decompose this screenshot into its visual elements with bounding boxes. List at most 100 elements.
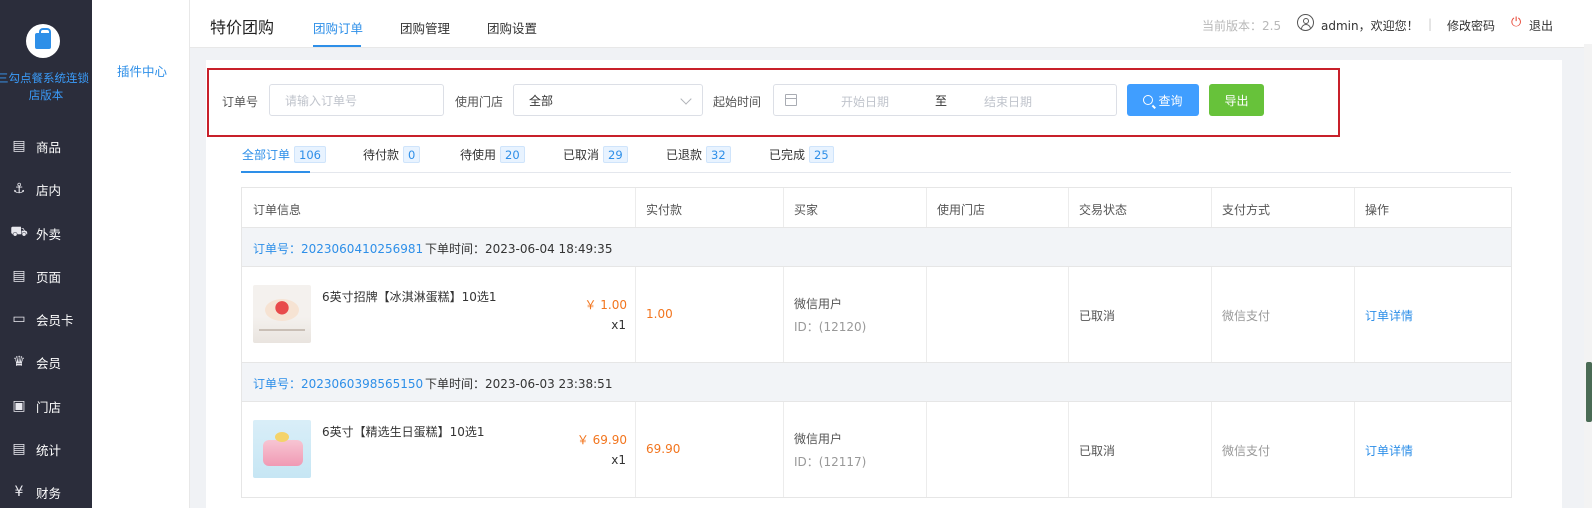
logout-link[interactable]: 退出 [1529, 17, 1553, 34]
chevron-down-icon [680, 93, 692, 105]
sidebar-item-finance[interactable]: ¥ 财务 [10, 480, 61, 504]
logo[interactable] [26, 24, 60, 58]
order-time: 下单时间：2023-06-03 23:38:51 [425, 377, 613, 391]
end-date-placeholder: 结束日期 [984, 95, 1033, 109]
brand-line-1: 三勾点餐系统连锁 [0, 71, 89, 85]
sidebar-item-label: 页面 [36, 269, 62, 285]
order-number[interactable]: 订单号：2023060410256981 [253, 240, 423, 257]
export-button[interactable]: 导出 [1209, 84, 1264, 116]
count-badge: 106 [294, 146, 326, 163]
card-icon: ▭ [12, 311, 26, 327]
status-tab-label: 已退款 [666, 148, 703, 162]
change-password-link[interactable]: 修改密码 [1447, 17, 1495, 34]
sidebar-item-label: 会员 [36, 355, 62, 371]
sidebar-item-label: 统计 [36, 442, 62, 458]
page-title: 特价团购 [210, 18, 275, 37]
header-separator: | [1428, 17, 1433, 31]
buyer-id: ID：(12120) [794, 320, 867, 334]
shopping-bag-icon [35, 28, 51, 49]
status-tab-cancelled[interactable]: 已取消 29 [563, 146, 628, 163]
tab-group-settings[interactable]: 团购设置 [487, 18, 537, 37]
sidebar-item-members[interactable]: ♛ 会员 [10, 350, 61, 374]
status-tab-to-use[interactable]: 待使用 20 [460, 146, 525, 163]
sidebar-item-takeout[interactable]: ⛟ 外卖 [10, 221, 61, 245]
store-select-value: 全部 [529, 93, 554, 108]
scooter-icon: ⛟ [10, 224, 28, 240]
order-header-row: 订单号：2023060398565150 下单时间：2023-06-03 23:… [242, 363, 1511, 402]
paid-amount: 1.00 [646, 307, 673, 321]
count-badge: 25 [809, 146, 834, 163]
export-button-label: 导出 [1224, 93, 1249, 108]
status-tab-completed[interactable]: 已完成 25 [769, 146, 834, 163]
buyer-id: ID：(12117) [794, 455, 867, 469]
search-button[interactable]: 查询 [1127, 84, 1199, 116]
column-header: 实付款 [646, 203, 683, 217]
column-header: 订单信息 [253, 203, 302, 217]
top-header: 特价团购 团购订单 团购管理 团购设置 当前版本：2.5 admin，欢迎您！ … [190, 0, 1592, 48]
main-sidebar: 三勾点餐系统连锁 店版本 ▤ 商品 ⚓ 店内 ⛟ 外卖 ▤ 页面 ▭ 会员卡 ♛ 会员 ▣ 门… [0, 0, 92, 508]
crown-icon: ♛ [12, 354, 26, 370]
status-tab-pending-payment[interactable]: 待付款 0 [363, 146, 421, 163]
status-tab-refunded[interactable]: 已退款 32 [666, 146, 731, 163]
date-range-picker[interactable]: 开始日期 至 结束日期 [773, 84, 1117, 116]
sidebar-item-pages[interactable]: ▤ 页面 [10, 264, 61, 288]
yen-icon: ¥ [14, 484, 24, 500]
tab-group-orders[interactable]: 团购订单 [313, 18, 363, 37]
order-number[interactable]: 订单号：2023060398565150 [253, 375, 423, 392]
sidebar-item-label: 财务 [36, 485, 62, 501]
version-label: 当前版本：2.5 [1202, 19, 1282, 33]
quantity: x1 [611, 318, 626, 332]
store-select[interactable]: 全部 [513, 84, 703, 116]
order-no-placeholder: 请输入订单号 [285, 93, 358, 108]
sidebar-item-label: 外卖 [36, 226, 62, 242]
sidebar-item-label: 商品 [36, 139, 62, 155]
utensils-icon: ⚓ [12, 181, 26, 197]
sidebar-item-label: 店内 [36, 182, 62, 198]
unit-price: ￥ 1.00 [584, 298, 627, 312]
status-tab-label: 已取消 [563, 148, 600, 162]
active-status-indicator [241, 171, 310, 173]
orders-table: 订单信息 实付款 买家 使用门店 交易状态 支付方式 操作 订单号：202306… [241, 187, 1512, 498]
sidebar-item-member-card[interactable]: ▭ 会员卡 [10, 307, 74, 331]
sidebar-item-label: 会员卡 [36, 312, 74, 328]
pay-method: 微信支付 [1222, 444, 1271, 458]
order-time: 下单时间：2023-06-04 18:49:35 [425, 242, 613, 256]
brand-name: 三勾点餐系统连锁 店版本 [0, 70, 92, 104]
page-icon: ▤ [12, 268, 26, 284]
tab-group-management[interactable]: 团购管理 [400, 18, 450, 37]
sidebar-item-stores[interactable]: ▣ 门店 [10, 394, 61, 418]
search-icon [1143, 95, 1154, 105]
user-icon [1297, 14, 1314, 31]
sidebar-item-statistics[interactable]: ▤ 统计 [10, 437, 61, 461]
sidebar-item-label: 门店 [36, 399, 62, 415]
column-header: 操作 [1365, 203, 1390, 217]
date-range-separator: 至 [935, 94, 948, 108]
box-icon: ▤ [12, 138, 26, 154]
sub-sidebar: 插件中心 [92, 0, 190, 508]
time-label: 起始时间 [713, 95, 762, 109]
status-tab-label: 待使用 [460, 148, 497, 162]
order-detail-link[interactable]: 订单详情 [1365, 307, 1413, 324]
order-detail-link[interactable]: 订单详情 [1365, 442, 1413, 459]
status-tab-all[interactable]: 全部订单 106 [242, 146, 326, 163]
sub-sidebar-item-plugins[interactable]: 插件中心 [117, 61, 167, 80]
order-no-input[interactable]: 请输入订单号 [269, 84, 444, 116]
scrollbar-track[interactable] [1584, 44, 1592, 508]
column-header: 交易状态 [1079, 203, 1128, 217]
count-badge: 20 [500, 146, 525, 163]
column-header: 使用门店 [937, 203, 986, 217]
order-no-label: 订单号 [222, 95, 259, 109]
sidebar-item-goods[interactable]: ▤ 商品 [10, 134, 61, 158]
active-tab-indicator [313, 45, 361, 47]
count-badge: 29 [603, 146, 628, 163]
buyer-name: 微信用户 [794, 297, 843, 311]
status-text: 已取消 [1079, 309, 1116, 323]
count-badge: 32 [706, 146, 731, 163]
welcome-user[interactable]: admin，欢迎您！ [1321, 17, 1419, 34]
table-row: 6英寸【精选生日蛋糕】10选1 ￥ 69.90 x1 69.90 微信用户 ID… [242, 402, 1511, 498]
column-header: 支付方式 [1222, 203, 1271, 217]
side-widget-handle[interactable] [1586, 362, 1592, 422]
sidebar-item-dine-in[interactable]: ⚓ 店内 [10, 177, 61, 201]
chart-icon: ▤ [12, 441, 26, 457]
buyer-name: 微信用户 [794, 432, 843, 446]
